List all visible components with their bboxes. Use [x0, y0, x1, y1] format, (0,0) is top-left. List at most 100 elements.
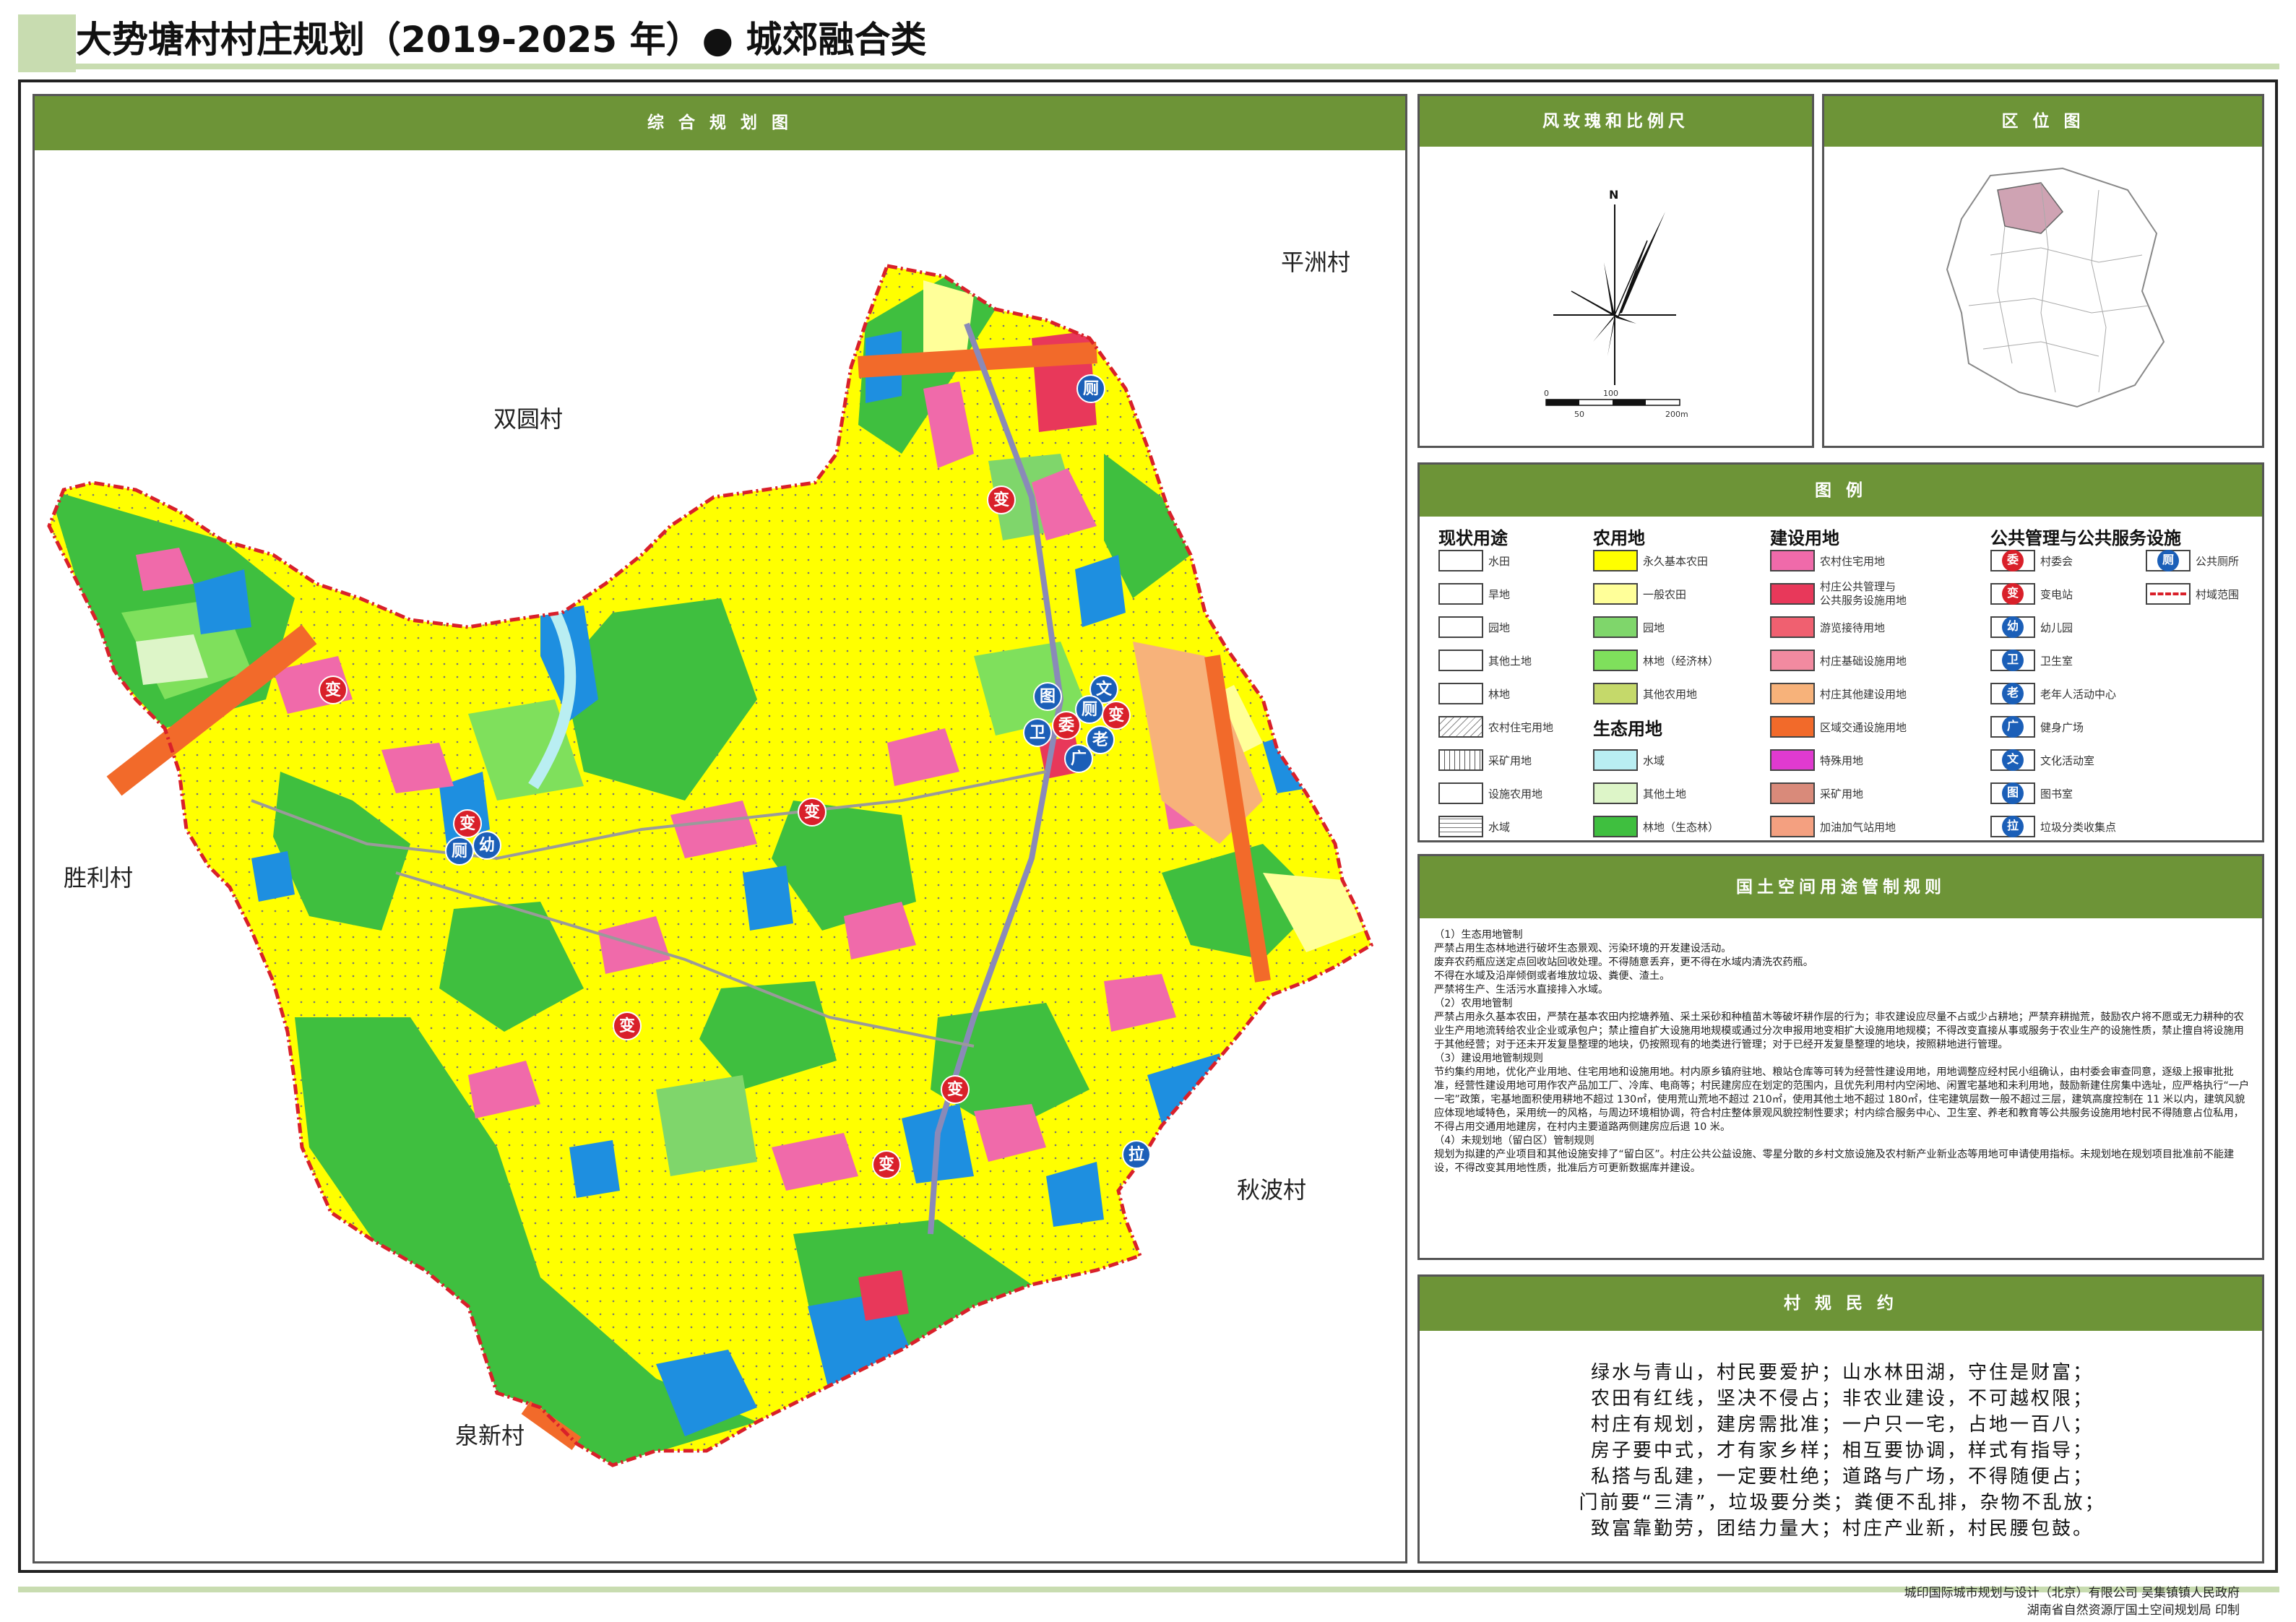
- garden-swatch: [1593, 616, 1638, 638]
- pact-line: 农田有红线，坚决不侵占；非农业建设，不可越权限；: [1590, 1388, 2094, 1410]
- other-construction-swatch: [1770, 683, 1815, 704]
- legend-label: 水域: [1643, 754, 1665, 767]
- legend-label: 永久基本农田: [1643, 555, 1709, 568]
- legend-status-title: 现状用途: [1438, 528, 1508, 548]
- legend-label: 村域范围: [2196, 588, 2240, 601]
- fitness-square-marker[interactable]: 广: [1064, 744, 1093, 773]
- facility-swatch-frame: 拉: [1990, 816, 2035, 837]
- land-parcels: [49, 266, 1371, 1465]
- rules-paragraph: （3）建设用地管制规则: [1434, 1053, 1543, 1064]
- rules-paragraph: （1）生态用地管制: [1434, 929, 1523, 941]
- residential-swatch: [1770, 550, 1815, 571]
- other-agri-swatch: [1593, 683, 1638, 704]
- legend-label: 园地: [1488, 621, 1511, 634]
- toilet-marker[interactable]: 厕: [445, 837, 474, 866]
- pact-line: 致富靠勤劳，团结力量大；村庄产业新，村民腰包鼓。: [1590, 1518, 2094, 1540]
- page-title: 大势塘村村庄规划（2019-2025 年）● 城郊融合类: [76, 19, 927, 61]
- legend-label: 特殊用地: [1820, 754, 1864, 767]
- substation-marker[interactable]: 变: [872, 1150, 901, 1179]
- facility-swatch-frame: 卫: [1990, 650, 2035, 671]
- facility-swatch-frame: 委: [1990, 550, 2035, 571]
- substation-icon: 变: [2002, 583, 2024, 605]
- clinic-marker[interactable]: 卫: [1023, 718, 1052, 747]
- wind-rose-heading: 风玫瑰和比例尺: [1420, 96, 1812, 147]
- legend-label: 公共厕所: [2196, 555, 2240, 568]
- legend-label: 其他土地: [1643, 788, 1687, 801]
- legend-label: 图书室: [2040, 788, 2073, 801]
- legend-label: 旱地: [1488, 588, 1511, 601]
- kindergarten-icon: 幼: [2002, 616, 2024, 638]
- rules-body: （1）生态用地管制 严禁占用生态林地进行破坏生态景观、污染环境的开发建设活动。 …: [1434, 928, 2250, 1175]
- facility-swatch-frame: 老: [1990, 683, 2035, 704]
- legend-label: 垃圾分类收集点: [2040, 821, 2117, 834]
- svg-text:50: 50: [1574, 410, 1584, 419]
- water-status-swatch: [1438, 816, 1483, 837]
- legend-label: 水域: [1488, 821, 1511, 834]
- legend-label: 园地: [1643, 621, 1665, 634]
- legend-label: 设施农用地: [1488, 788, 1543, 801]
- footer-line: 城印国际城市规划与设计（北京）有限公司 吴集镇镇人民政府: [1904, 1586, 2240, 1600]
- pact-heading: 村 规 民 约: [1420, 1277, 2262, 1331]
- legend-label: 村庄其他建设用地: [1820, 688, 1907, 701]
- garbage-point-marker[interactable]: 拉: [1122, 1140, 1151, 1169]
- library-marker[interactable]: 图: [1033, 682, 1062, 711]
- clinic-icon: 卫: [2002, 650, 2024, 671]
- facility-swatch-frame: 文: [1990, 749, 2035, 771]
- legend-label: 林地（经济林）: [1643, 655, 1719, 668]
- legend-label: 村委会: [2040, 555, 2073, 568]
- svg-text:0: 0: [1544, 389, 1549, 398]
- village-committee-marker[interactable]: 委: [1052, 711, 1081, 740]
- substation-marker[interactable]: 变: [319, 676, 348, 704]
- paddy-field-swatch: [1438, 550, 1483, 571]
- garbage-point-icon: 拉: [2002, 816, 2024, 837]
- other-land-swatch: [1438, 650, 1483, 671]
- land-use-map[interactable]: [35, 150, 1405, 1561]
- substation-marker[interactable]: 变: [941, 1075, 970, 1104]
- fitness-square-icon: 广: [2002, 716, 2024, 738]
- legend-build-title: 建设用地: [1770, 528, 1839, 548]
- location-heading: 区 位 图: [1824, 96, 2262, 147]
- substation-marker[interactable]: 变: [987, 486, 1016, 514]
- neighbor-village-label: 秋波村: [1237, 1176, 1307, 1204]
- legend-label: 区域交通设施用地: [1820, 721, 1907, 734]
- substation-marker[interactable]: 变: [798, 798, 827, 827]
- orchard-swatch: [1438, 616, 1483, 638]
- location-map[interactable]: [1824, 147, 2262, 446]
- toilet-marker[interactable]: 厕: [1076, 374, 1105, 403]
- legend-label: 其他土地: [1488, 655, 1532, 668]
- tourism-swatch: [1770, 616, 1815, 638]
- legend-label: 林地（生态林）: [1643, 821, 1719, 834]
- legend-label: 采矿用地: [1488, 754, 1532, 767]
- public-service-swatch: [1770, 583, 1815, 605]
- wind-rose-panel: 风玫瑰和比例尺 N 0 100 50 200m: [1417, 94, 1814, 448]
- rules-paragraph: 节约集约用地，优化产业用地、住宅用地和设施用地。村内原乡镇府驻地、粮站仓库等可转…: [1434, 1066, 2250, 1133]
- mining-swatch: [1438, 749, 1483, 771]
- legend-label: 村庄公共管理与 公共服务设施用地: [1820, 580, 1907, 607]
- library-icon: 图: [2002, 782, 2024, 804]
- transport-swatch: [1770, 716, 1815, 738]
- master-plan-heading: 综 合 规 划 图: [35, 96, 1405, 150]
- title-divider: [18, 64, 2279, 69]
- legend-label: 一般农田: [1643, 588, 1687, 601]
- elderly-center-icon: 老: [2002, 683, 2024, 704]
- neighbor-village-label: 平洲村: [1281, 249, 1351, 276]
- toilet-icon: 厕: [2157, 550, 2179, 571]
- facility-swatch-frame: 广: [1990, 716, 2035, 738]
- substation-marker[interactable]: 变: [613, 1011, 642, 1040]
- rules-paragraph: 废弃农药瓶应送定点回收站回收处理。不得随意丢弃，更不得在水域内清洗农药瓶。: [1434, 957, 1813, 968]
- dryland-swatch: [1438, 583, 1483, 605]
- svg-text:100: 100: [1603, 389, 1618, 398]
- boundary-line-icon: [2150, 592, 2186, 595]
- legend-panel: 图 例 现状用途 水田 旱地 园地 其他土地 林地 农村住宅用地 采矿用地 设施…: [1417, 462, 2264, 842]
- facility-agri-swatch: [1438, 782, 1483, 804]
- rules-paragraph: 不得在水域及沿岸倾倒或者堆放垃圾、粪便、渣土。: [1434, 970, 1670, 982]
- facility-swatch-frame: 图: [1990, 782, 2035, 804]
- rules-paragraph: 严禁占用生态林地进行破坏生态景观、污染环境的开发建设活动。: [1434, 943, 1732, 954]
- water-swatch: [1593, 749, 1638, 771]
- substation-marker[interactable]: 变: [1102, 701, 1131, 730]
- facility-swatch-frame: 厕: [2146, 550, 2191, 571]
- permanent-farmland-swatch: [1593, 550, 1638, 571]
- forest-swatch: [1438, 683, 1483, 704]
- legend-label: 采矿用地: [1820, 788, 1864, 801]
- kindergarten-marker[interactable]: 幼: [472, 831, 501, 860]
